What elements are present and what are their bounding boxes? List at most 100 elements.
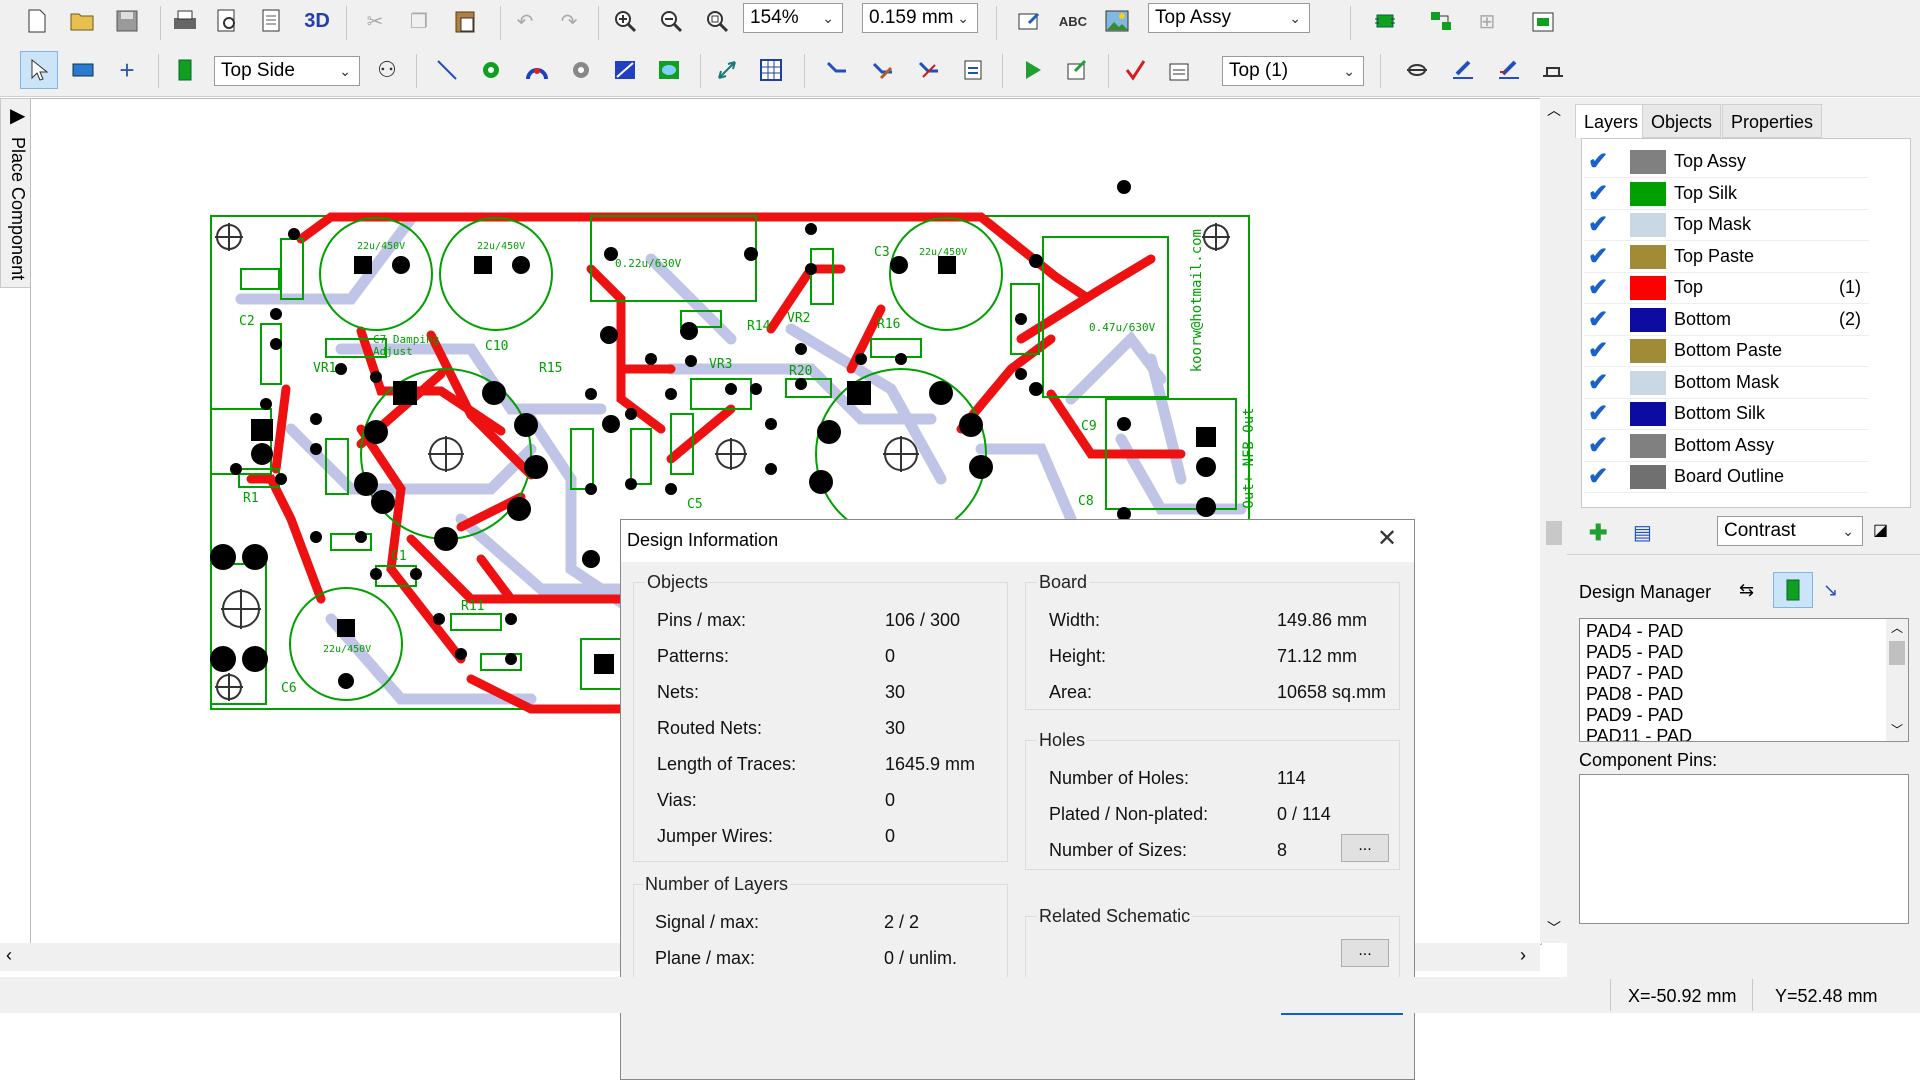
view-3d-button[interactable]: 3D <box>298 2 336 40</box>
table-icon[interactable] <box>752 51 790 89</box>
tab-objects[interactable]: Objects <box>1642 104 1722 138</box>
swap-icon[interactable] <box>1422 2 1460 40</box>
close-icon[interactable]: ✕ <box>1377 524 1397 553</box>
layer-color-swatch[interactable] <box>1630 150 1666 174</box>
list-item[interactable]: PAD11 - PAD <box>1586 726 1692 741</box>
checkmark-icon[interactable]: ✔ <box>1588 180 1608 207</box>
line-tool-icon[interactable] <box>428 51 466 89</box>
report-icon[interactable] <box>252 2 290 40</box>
scroll-down-icon[interactable]: ﹀ <box>1547 918 1561 938</box>
layer-color-swatch[interactable] <box>1630 213 1666 237</box>
edit-pad-icon[interactable] <box>1444 51 1482 89</box>
zoom-out-icon[interactable] <box>652 2 690 40</box>
arc-tool-icon[interactable] <box>518 51 556 89</box>
color-picker-icon[interactable]: ◪ <box>1873 520 1888 540</box>
place-component-icon[interactable] <box>166 51 204 89</box>
checkmark-icon[interactable]: ✔ <box>1588 243 1608 270</box>
zoom-select[interactable]: 154% ⌄ <box>743 3 843 33</box>
zoom-fit-icon[interactable] <box>698 2 736 40</box>
layer-color-swatch[interactable] <box>1630 339 1666 363</box>
list-item[interactable]: PAD9 - PAD <box>1586 705 1683 726</box>
layer-view-select[interactable]: Top Assy ⌄ <box>1148 3 1310 33</box>
baseline-icon[interactable] <box>1534 51 1572 89</box>
cut-icon[interactable]: ✂ <box>356 2 394 40</box>
print-icon[interactable] <box>166 2 204 40</box>
edit-pattern-icon[interactable] <box>1490 51 1528 89</box>
polygon-tool-icon[interactable] <box>650 51 688 89</box>
scroll-up-icon[interactable]: ︿ <box>1891 619 1903 636</box>
nets-view-icon[interactable]: ↘ <box>1823 580 1838 601</box>
layer-color-swatch[interactable] <box>1630 433 1666 458</box>
component-pins-list[interactable] <box>1579 774 1909 924</box>
route-trace-icon[interactable] <box>818 51 856 89</box>
layer-row[interactable]: ✔ Bottom (2) <box>1584 304 1869 336</box>
layer-row[interactable]: ✔ Top (1) <box>1584 273 1869 304</box>
contrast-select[interactable]: Contrast ⌄ <box>1717 516 1863 546</box>
properties-icon[interactable] <box>1010 2 1048 40</box>
list-item[interactable]: PAD8 - PAD <box>1586 684 1683 705</box>
layer-color-swatch[interactable] <box>1630 181 1666 206</box>
layer-row[interactable]: ✔ Bottom Mask <box>1584 367 1869 399</box>
list-item[interactable]: PAD7 - PAD <box>1586 663 1683 684</box>
list-item[interactable]: PAD5 - PAD <box>1586 642 1683 663</box>
design-manager-list[interactable]: PAD4 - PAD PAD5 - PAD PAD7 - PAD PAD8 - PAD… <box>1579 618 1909 742</box>
layer-color-swatch[interactable] <box>1630 276 1666 300</box>
layer-row[interactable]: ✔ Top Silk <box>1584 178 1869 210</box>
copy-icon[interactable]: ❐ <box>400 2 438 40</box>
save-icon[interactable] <box>108 2 146 40</box>
print-preview-icon[interactable] <box>208 2 246 40</box>
scrollbar-thumb[interactable] <box>1546 521 1562 545</box>
connect-icon[interactable]: ⊞ <box>1468 2 1506 40</box>
checkmark-icon[interactable]: ✔ <box>1588 212 1608 238</box>
open-folder-icon[interactable] <box>64 2 102 40</box>
paste-icon[interactable] <box>446 2 484 40</box>
checkmark-icon[interactable]: ✔ <box>1588 275 1608 301</box>
layer-row[interactable]: ✔ Board Outline <box>1584 462 1869 493</box>
list-item[interactable]: PAD4 - PAD <box>1586 621 1683 642</box>
undo-icon[interactable]: ↶ <box>506 2 544 40</box>
route-edit-icon[interactable] <box>864 51 902 89</box>
flip-icon[interactable] <box>1398 51 1436 89</box>
checkmark-icon[interactable]: ✔ <box>1588 464 1608 490</box>
filter-icon[interactable]: ⇆ <box>1739 580 1754 601</box>
related-schematic-button[interactable]: ... <box>1341 939 1389 967</box>
layer-color-swatch[interactable] <box>1630 402 1666 426</box>
fill-tool-icon[interactable] <box>606 51 644 89</box>
split-trace-icon[interactable] <box>910 51 948 89</box>
place-component-tab[interactable]: ▶ Place Component <box>0 98 34 288</box>
layer-row[interactable]: ✔ Top Mask <box>1584 210 1869 241</box>
layer-row[interactable]: ✔ Top Paste <box>1584 241 1869 273</box>
hole-sizes-button[interactable]: ... <box>1341 834 1389 862</box>
crosshair-icon[interactable]: + <box>108 51 146 89</box>
layer-color-swatch[interactable] <box>1630 307 1666 332</box>
scroll-left-icon[interactable]: ‹ <box>6 945 12 966</box>
run-icon[interactable] <box>1014 51 1052 89</box>
checkmark-icon[interactable]: ✔ <box>1588 149 1608 175</box>
layer-row[interactable]: ✔ Bottom Assy <box>1584 430 1869 462</box>
redo-icon[interactable]: ↷ <box>550 2 588 40</box>
export-icon[interactable] <box>1058 51 1096 89</box>
select-arrow-icon[interactable] <box>20 51 58 89</box>
drc-check-icon[interactable] <box>1116 51 1154 89</box>
layer-row[interactable]: ✔ Bottom Paste <box>1584 336 1869 367</box>
grid-select[interactable]: 0.159 mm ⌄ <box>862 3 978 33</box>
layer-row[interactable]: ✔ Bottom Silk <box>1584 399 1869 430</box>
tab-properties[interactable]: Properties <box>1722 104 1823 138</box>
add-layer-icon[interactable]: ✚ <box>1589 520 1607 546</box>
list-scrollbar[interactable]: ︿ ﹀ <box>1886 619 1908 741</box>
component-icon[interactable] <box>1366 2 1404 40</box>
scrollbar-thumb[interactable] <box>1889 641 1905 665</box>
active-layer-select[interactable]: Top (1) ⌄ <box>1222 56 1364 86</box>
side-select[interactable]: Top Side ⌄ <box>214 56 360 86</box>
tab-layers[interactable]: Layers <box>1575 104 1648 138</box>
measure-icon[interactable] <box>64 51 102 89</box>
checkmark-icon[interactable]: ✔ <box>1588 306 1608 333</box>
pad-tool-icon[interactable] <box>472 51 510 89</box>
spell-check-button[interactable]: ABC <box>1054 2 1092 40</box>
canvas-vertical-scrollbar[interactable]: ︿ ﹀ <box>1540 98 1567 943</box>
dimension-icon[interactable] <box>708 51 746 89</box>
components-view-icon[interactable] <box>1773 572 1813 608</box>
new-file-icon[interactable] <box>18 2 56 40</box>
layer-settings-icon[interactable]: ▤ <box>1633 520 1652 545</box>
scroll-up-icon[interactable]: ︿ <box>1547 100 1561 120</box>
